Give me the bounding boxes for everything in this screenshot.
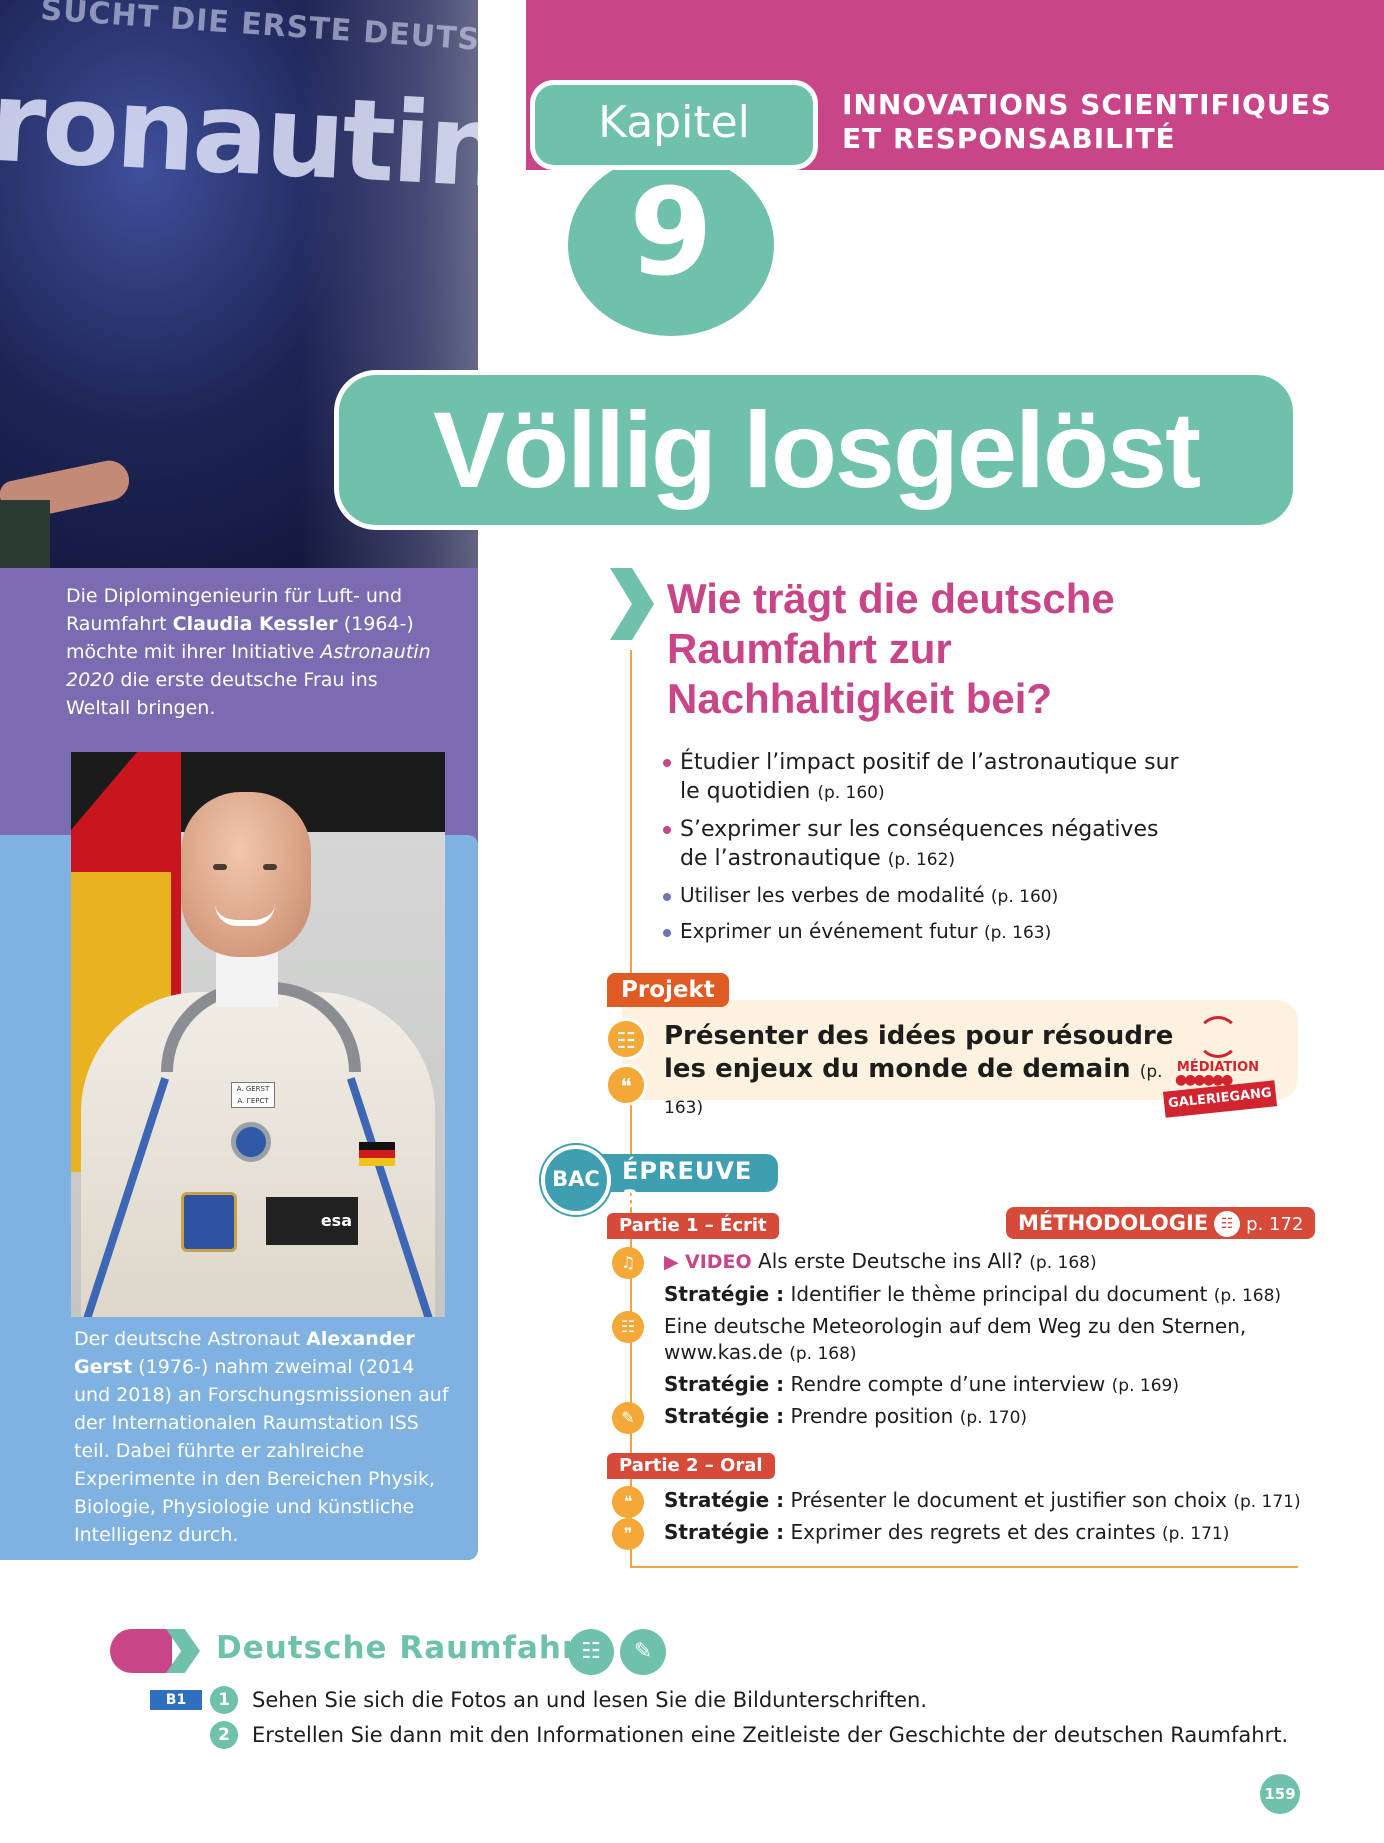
chapter-title-box: Völlig losgelöst <box>334 370 1298 530</box>
space-suit: A. GERST А. ГЕРСТ esa <box>81 982 435 1317</box>
bac-item: Stratégie : Identifier le thème principa… <box>664 1282 1282 1306</box>
mediation-badge: MÉDIATION <box>1168 1016 1268 1075</box>
mission-patch <box>181 1192 237 1252</box>
speaker-sleeve <box>0 500 50 568</box>
bullet-icon <box>663 759 671 767</box>
book-icon: ☷ <box>605 1018 647 1060</box>
book-icon: ☷ <box>568 1629 614 1675</box>
speech-bubbles-icon: ❝ <box>605 1064 647 1106</box>
chapter-label-tab: Kapitel <box>530 80 818 170</box>
bac-item: Stratégie : Prendre position (p. 170) <box>664 1404 1028 1428</box>
bac-item: Eine deutsche Meteorologin auf dem Weg z… <box>664 1314 1247 1364</box>
task-text: Sehen Sie sich die Fotos an und lesen Si… <box>252 1688 928 1712</box>
portrait-photo-gerst: A. GERST А. ГЕРСТ esa <box>71 752 445 1317</box>
chevron-icon <box>610 568 654 640</box>
book-icon: ☷ <box>612 1311 644 1343</box>
pencil-icon: ✎ <box>612 1402 644 1434</box>
chapter-number-circle: 9 <box>568 154 774 336</box>
theme-title: INNOVATIONS SCIENTIFIQUES ET RESPONSABIL… <box>842 88 1332 155</box>
section-title: Deutsche Raumfahrt <box>216 1630 595 1666</box>
chapter-title: Völlig losgelöst <box>432 389 1201 510</box>
section-marker <box>110 1629 172 1673</box>
task-number: 2 <box>210 1721 238 1749</box>
chapter-label: Kapitel <box>598 97 750 148</box>
goal-item: S’exprimer sur les conséquences négative… <box>663 815 1183 875</box>
book-icon: ☷ <box>1214 1211 1241 1237</box>
part2-tag: Partie 2 – Oral <box>607 1453 775 1479</box>
part1-tag: Partie 1 – Écrit <box>607 1213 779 1239</box>
bac-item: Stratégie : Présenter le document et jus… <box>664 1488 1301 1512</box>
timeline-end-line <box>630 1566 1298 1568</box>
level-badge: B1 <box>150 1690 202 1710</box>
pencil-icon: ✎ <box>620 1629 666 1675</box>
methodologie-link[interactable]: MÉTHODOLOGIE ☷ p. 172 <box>1006 1207 1316 1239</box>
guiding-question: Wie trägt die deutsche Raumfahrt zur Nac… <box>667 575 1115 722</box>
bac-item: Stratégie : Rendre compte d’une intervie… <box>664 1372 1179 1396</box>
headphones-icon: ♫ <box>612 1247 644 1279</box>
german-flag-patch <box>359 1142 395 1166</box>
goal-item: Étudier l’impact positif de l’astronauti… <box>663 748 1183 808</box>
bac-badge: BAC <box>541 1145 611 1215</box>
speech-bubble-icon: ❝ <box>612 1486 644 1518</box>
task-text: Erstellen Sie dann mit den Informationen… <box>252 1723 1289 1747</box>
task-number: 1 <box>210 1686 238 1714</box>
projekt-tag: Projekt <box>607 973 729 1007</box>
goal-item: Exprimer un événement futur (p. 163) <box>663 918 1183 947</box>
video-icon: ▶ <box>664 1251 679 1273</box>
caption-gerst: Der deutsche Astronaut Alexander Gerst (… <box>74 1328 449 1546</box>
caption-kessler: Die Diplomingenieurin für Luft- und Raum… <box>66 585 431 719</box>
page-number: 159 <box>1260 1774 1300 1814</box>
bac-item: Stratégie : Exprimer des regrets et des … <box>664 1520 1230 1544</box>
banner-text-big: ronautin <box>0 56 478 214</box>
epreuve-label: ÉPREUVE 3 <box>622 1157 753 1213</box>
goal-item: Utiliser les verbes de modalité (p. 160) <box>663 882 1183 911</box>
name-patch: A. GERST А. ГЕРСТ <box>231 1082 275 1108</box>
bullet-icon <box>663 929 671 937</box>
projekt-description: Présenter des idées pour résoudre les en… <box>664 1021 1174 1118</box>
bac-item-video[interactable]: ▶ VIDEO Als erste Deutsche ins All? (p. … <box>664 1248 1097 1276</box>
bullet-icon <box>663 893 671 901</box>
mediation-arrows-icon <box>1197 1016 1239 1058</box>
chapter-number: 9 <box>629 164 713 303</box>
bullet-icon <box>663 826 671 834</box>
speech-bubbles-icon: ❞ <box>612 1518 644 1550</box>
learning-goals: Étudier l’impact positif de l’astronauti… <box>663 748 1183 954</box>
esa-patch: esa <box>266 1197 358 1245</box>
astronaut-face <box>181 792 311 957</box>
